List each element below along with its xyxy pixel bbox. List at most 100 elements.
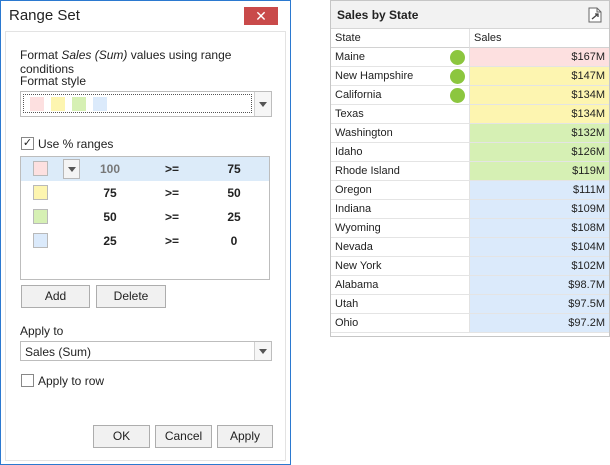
close-icon: ✕ — [255, 8, 267, 24]
sales-cell: $147M — [470, 67, 609, 86]
column-header-state[interactable]: State — [331, 29, 470, 48]
close-button[interactable]: ✕ — [244, 7, 278, 25]
panel-header: Sales by State — [331, 1, 609, 29]
state-cell: Rhode Island — [331, 162, 470, 181]
ranges-list: 100 >= 75 75 >= 50 50 >= 25 25 >= 0 — [20, 156, 270, 280]
sales-cell: $108M — [470, 219, 609, 238]
table-row[interactable]: Maine $167M — [331, 48, 609, 67]
table-row[interactable]: Oregon $111M — [331, 181, 609, 200]
range-from: 25 — [103, 234, 117, 248]
state-cell: Nevada — [331, 238, 470, 257]
swatch-yellow — [51, 97, 65, 111]
range-color-dropdown[interactable] — [63, 159, 80, 179]
format-style-label: Format style — [20, 74, 87, 88]
range-color-swatch[interactable] — [33, 161, 48, 176]
apply-to-dropdown-button[interactable] — [254, 342, 271, 360]
apply-button[interactable]: Apply — [217, 425, 273, 448]
use-percent-checkbox[interactable]: ✓ — [21, 137, 34, 150]
sales-cell: $97.5M — [470, 295, 609, 314]
table-row[interactable]: Texas $134M — [331, 105, 609, 124]
range-operator: >= — [164, 234, 179, 248]
format-style-preview — [23, 94, 252, 113]
sales-cell: $109M — [470, 200, 609, 219]
sales-cell: $102M — [470, 257, 609, 276]
range-operator: >= — [164, 162, 179, 176]
chevron-down-icon — [67, 166, 76, 172]
dialog-description: Format Sales (Sum) values using range co… — [20, 48, 285, 76]
range-color-swatch[interactable] — [33, 185, 48, 200]
table-row[interactable]: Nevada $104M — [331, 238, 609, 257]
sales-cell: $111M — [470, 181, 609, 200]
state-cell: Texas — [331, 105, 470, 124]
sales-cell: $126M — [470, 143, 609, 162]
table-row[interactable]: New Hampshire $147M — [331, 67, 609, 86]
ok-button[interactable]: OK — [93, 425, 150, 448]
panel-title: Sales by State — [337, 8, 419, 22]
range-row-3[interactable]: 50 >= 25 — [21, 205, 269, 229]
range-from: 100 — [99, 162, 121, 176]
state-cell: New York — [331, 257, 470, 276]
export-icon[interactable] — [588, 7, 602, 23]
add-button[interactable]: Add — [21, 285, 90, 308]
delete-button[interactable]: Delete — [96, 285, 166, 308]
range-row-2[interactable]: 75 >= 50 — [21, 181, 269, 205]
table-row[interactable]: Indiana $109M — [331, 200, 609, 219]
sales-cell: $119M — [470, 162, 609, 181]
chevron-down-icon — [259, 101, 267, 107]
cancel-button[interactable]: Cancel — [155, 425, 212, 448]
range-from: 50 — [103, 210, 117, 224]
apply-to-row-label: Apply to row — [38, 374, 105, 388]
dialog-title: Range Set — [9, 7, 80, 24]
sales-cell: $132M — [470, 124, 609, 143]
table-row[interactable]: California $134M — [331, 86, 609, 105]
state-cell: Ohio — [331, 314, 470, 333]
table-row[interactable]: New York $102M — [331, 257, 609, 276]
range-to: 0 — [230, 234, 238, 248]
table-row[interactable]: Ohio $97.2M — [331, 314, 609, 333]
table-row[interactable]: Wyoming $108M — [331, 219, 609, 238]
range-set-dialog: Range Set ✕ Format Sales (Sum) values us… — [0, 0, 291, 465]
sales-by-state-panel: Sales by State State Sales Maine $167M New… — [330, 0, 610, 337]
state-cell: Alabama — [331, 276, 470, 295]
apply-to-value: Sales (Sum) — [25, 345, 92, 359]
status-dot-icon — [450, 69, 465, 84]
sales-cell: $98.7M — [470, 276, 609, 295]
state-cell: Oregon — [331, 181, 470, 200]
table-row[interactable]: Utah $97.5M — [331, 295, 609, 314]
sales-cell: $97.2M — [470, 314, 609, 333]
table-row[interactable]: Rhode Island $119M — [331, 162, 609, 181]
apply-to-combo[interactable]: Sales (Sum) — [20, 341, 272, 361]
range-operator: >= — [164, 186, 179, 200]
state-cell: Idaho — [331, 143, 470, 162]
status-dot-icon — [450, 50, 465, 65]
swatch-pink — [30, 97, 44, 111]
range-color-swatch[interactable] — [33, 233, 48, 248]
format-style-combo[interactable] — [20, 91, 272, 117]
state-cell: Utah — [331, 295, 470, 314]
sales-cell: $104M — [470, 238, 609, 257]
dialog-body: Format Sales (Sum) values using range co… — [5, 31, 286, 461]
chevron-down-icon — [259, 348, 267, 354]
state-cell: Wyoming — [331, 219, 470, 238]
range-color-swatch[interactable] — [33, 209, 48, 224]
format-style-dropdown-button[interactable] — [254, 92, 271, 116]
dialog-titlebar[interactable]: Range Set ✕ — [1, 1, 290, 31]
swatch-green — [72, 97, 86, 111]
apply-to-label: Apply to — [20, 324, 64, 338]
table-row[interactable]: Idaho $126M — [331, 143, 609, 162]
column-header-sales[interactable]: Sales — [470, 29, 609, 48]
apply-to-row-checkbox[interactable] — [21, 374, 34, 387]
sales-cell: $134M — [470, 105, 609, 124]
state-cell: Indiana — [331, 200, 470, 219]
range-from: 75 — [103, 186, 117, 200]
use-percent-label: Use % ranges — [38, 137, 114, 151]
swatch-blue — [93, 97, 107, 111]
table-row[interactable]: Alabama $98.7M — [331, 276, 609, 295]
state-cell: Washington — [331, 124, 470, 143]
range-to: 25 — [227, 210, 241, 224]
range-row-1[interactable]: 100 >= 75 — [21, 157, 269, 181]
description-text: Format Sales (Sum) values using range co… — [20, 48, 232, 76]
status-dot-icon — [450, 88, 465, 103]
table-row[interactable]: Washington $132M — [331, 124, 609, 143]
range-row-4[interactable]: 25 >= 0 — [21, 229, 269, 253]
